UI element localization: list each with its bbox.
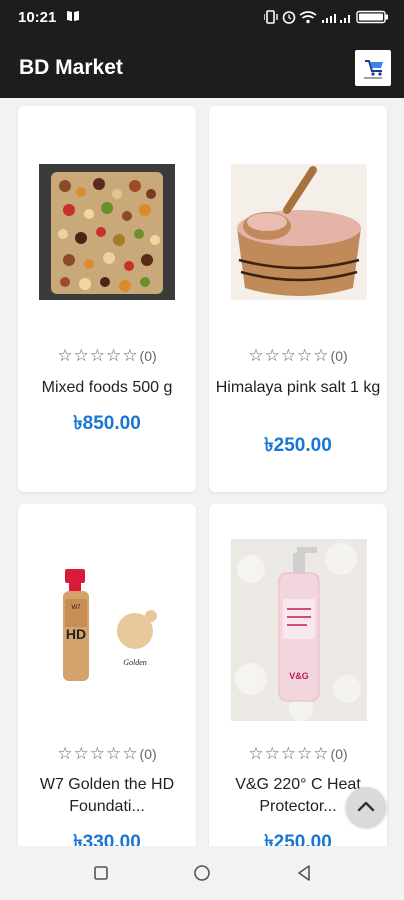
alarm-icon bbox=[282, 11, 296, 24]
circle-icon[interactable] bbox=[191, 862, 213, 884]
product-card[interactable]: W7 HD Golden ☆☆☆☆☆(0) W7 Golden the HD F… bbox=[18, 504, 196, 846]
product-card[interactable]: ☆☆☆☆☆(0) Himalaya pink salt 1 kg ৳250.00 bbox=[209, 106, 387, 492]
product-image-foundation: W7 HD Golden bbox=[39, 539, 175, 721]
rating-stars: ☆☆☆☆☆(0) bbox=[57, 744, 157, 763]
vibrate-icon bbox=[264, 10, 278, 24]
wifi-icon bbox=[299, 11, 317, 24]
rating-stars: ☆☆☆☆☆(0) bbox=[248, 346, 348, 365]
rating-stars: ☆☆☆☆☆(0) bbox=[57, 346, 157, 365]
foundation-brand-label: W7 bbox=[72, 605, 82, 611]
status-time: 10:21 bbox=[18, 9, 57, 26]
rating-stars: ☆☆☆☆☆(0) bbox=[248, 744, 348, 763]
rating-count: (0) bbox=[330, 348, 348, 364]
cart-logo-icon bbox=[364, 60, 383, 79]
app-logo[interactable] bbox=[355, 50, 391, 86]
app-bar: BD Market bbox=[0, 36, 404, 98]
scroll-to-top-button[interactable] bbox=[346, 787, 386, 827]
product-price: ৳250.00 bbox=[264, 435, 332, 456]
product-name[interactable]: Mixed foods 500 g bbox=[24, 377, 190, 399]
foundation-hd-label: HD bbox=[66, 626, 86, 642]
product-price: ৳250.00 bbox=[264, 832, 332, 846]
product-price: ৳330.00 bbox=[73, 832, 141, 846]
rating-count: (0) bbox=[139, 746, 157, 762]
book-icon bbox=[67, 11, 79, 21]
system-nav-bar bbox=[0, 846, 404, 900]
square-icon[interactable] bbox=[90, 862, 112, 884]
product-image-mixed-nuts bbox=[39, 164, 175, 300]
product-image-heat-protector: V&G bbox=[231, 539, 367, 721]
app-title: BD Market bbox=[19, 56, 123, 79]
signal-icon bbox=[322, 14, 350, 23]
protector-brand-label: V&G bbox=[289, 671, 309, 681]
rating-count: (0) bbox=[139, 348, 157, 364]
product-name[interactable]: W7 Golden the HD Foundati... bbox=[24, 774, 190, 818]
product-card[interactable]: ☆☆☆☆☆(0) Mixed foods 500 g ৳850.00 bbox=[18, 106, 196, 492]
status-icons bbox=[264, 10, 388, 24]
battery-icon bbox=[356, 10, 388, 24]
product-grid: ☆☆☆☆☆(0) Mixed foods 500 g ৳850.00 ☆☆☆☆☆… bbox=[0, 98, 404, 846]
product-name[interactable]: Himalaya pink salt 1 kg bbox=[215, 377, 381, 399]
product-price: ৳850.00 bbox=[73, 413, 141, 434]
product-image-pink-salt bbox=[231, 164, 367, 300]
triangle-back-icon[interactable] bbox=[293, 862, 315, 884]
chevron-up-icon bbox=[357, 801, 375, 812]
rating-count: (0) bbox=[330, 746, 348, 762]
foundation-shade-label: Golden bbox=[123, 658, 147, 667]
status-bar: 10:21 bbox=[0, 0, 404, 36]
